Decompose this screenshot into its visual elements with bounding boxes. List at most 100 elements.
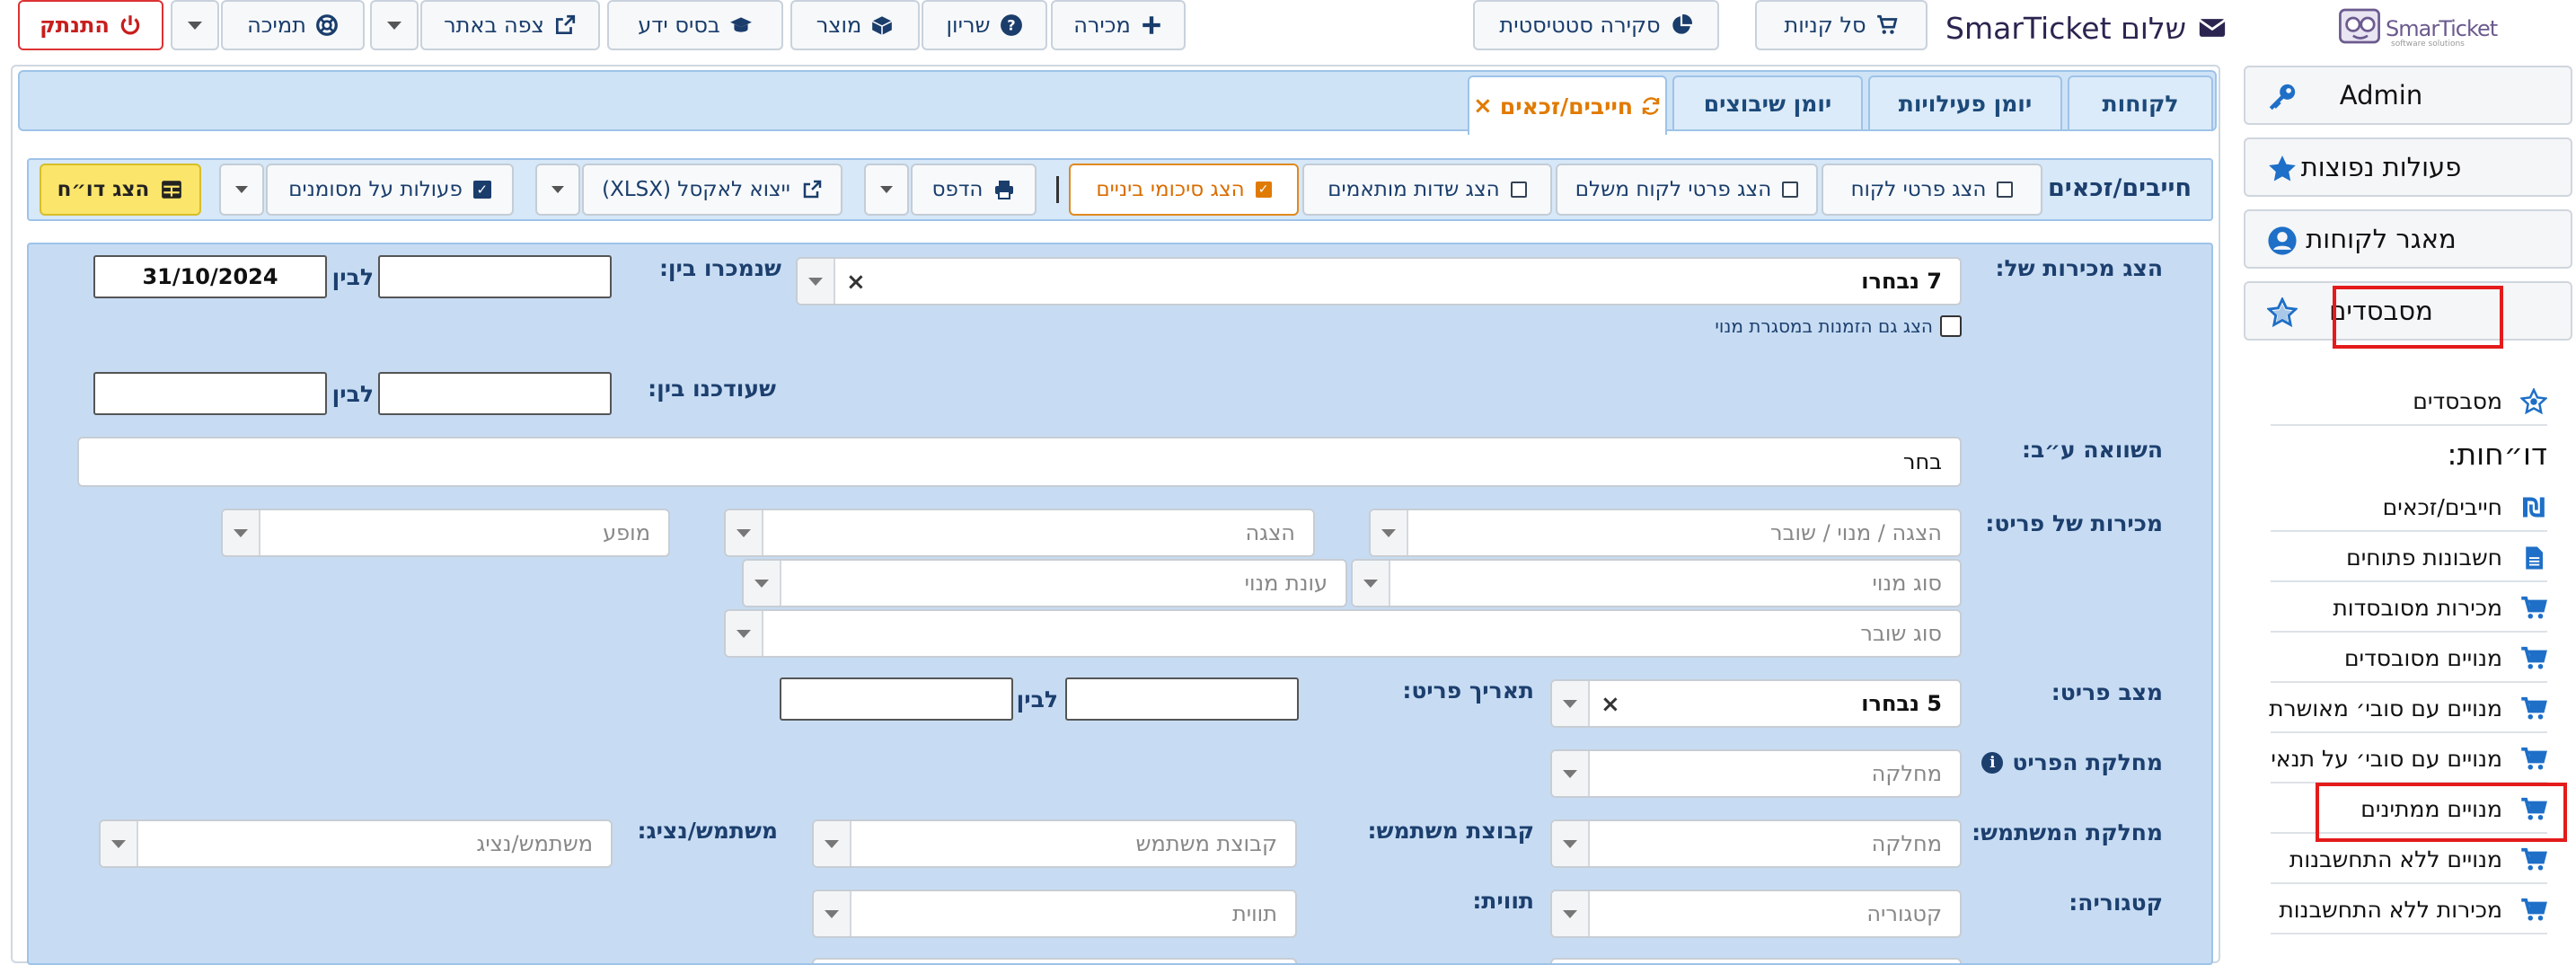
item-date-to[interactable]	[780, 677, 1013, 721]
include-subscriptions-option[interactable]: הצג גם הזמנות במסגרת מנוי	[1689, 313, 1962, 340]
chevron-down-icon[interactable]	[744, 561, 781, 606]
sale-button[interactable]: מכירה	[1051, 0, 1186, 50]
sidebar-item-debtors-creditors[interactable]: חייבים/זכאים ₪	[2271, 487, 2547, 532]
subscription-type-select[interactable]: סוג מנוי	[1351, 559, 1962, 607]
chevron-down-icon[interactable]	[814, 891, 851, 936]
info-icon[interactable]: i	[1981, 751, 2004, 774]
actions-dropdown[interactable]	[219, 164, 264, 216]
clear-icon[interactable]: ×	[846, 269, 866, 296]
sidebar-item-unsettled-subscriptions[interactable]: מנויים ללא התחשבנות	[2271, 839, 2547, 884]
sold-to-date[interactable]: 31/10/2024	[93, 255, 327, 298]
view-site-dropdown[interactable]	[370, 0, 419, 50]
updated-from-date[interactable]	[378, 372, 612, 415]
chevron-down-icon[interactable]	[1353, 561, 1390, 606]
question-circle-icon: ?	[1000, 14, 1022, 36]
user-department-select[interactable]: מחלקה	[1550, 819, 1962, 868]
sidebar-item-approved-subsidy[interactable]: מנויים עם סובי׳ מאושרת	[2269, 688, 2547, 733]
cart-icon	[2521, 747, 2547, 770]
knowledge-base-button[interactable]: בסיס ידע	[607, 0, 783, 50]
sold-from-date[interactable]	[378, 255, 612, 298]
sidebar-item-subsidized-sales[interactable]: מכירות מסובסדות	[2271, 588, 2547, 633]
label-item-status: מצב פריט:	[2051, 679, 2163, 705]
checkbox-icon[interactable]	[1940, 315, 1962, 337]
show-report-button[interactable]: הצג דו״ח	[40, 164, 201, 216]
clear-icon[interactable]: ×	[1601, 691, 1620, 718]
logo-subtext: software solutions	[2391, 40, 2465, 49]
export-excel-button[interactable]: ייצוא לאקסל (XLSX)	[582, 164, 842, 216]
sidebar-item-conditional-subsidy[interactable]: מנויים עם סובי׳ על תנאי	[2271, 739, 2547, 784]
voucher-type-select[interactable]: סוג שובר	[724, 609, 1962, 658]
chevron-down-icon[interactable]	[101, 821, 138, 866]
updated-to-date[interactable]	[93, 372, 327, 415]
sidebar-admin-button[interactable]: Admin	[2244, 66, 2572, 125]
pie-chart-icon	[1672, 14, 1692, 34]
item-status-select[interactable]: 5 נבחרו ×	[1550, 679, 1962, 728]
category-select[interactable]: קטגוריה	[1550, 890, 1962, 938]
print-dropdown[interactable]	[864, 164, 909, 216]
sidebar-item-open-accounts[interactable]: חשבונות פתוחים	[2271, 537, 2547, 582]
tab-debtors-creditors[interactable]: חייבים/זכאים ×	[1468, 75, 1667, 135]
chevron-down-icon[interactable]	[798, 259, 835, 304]
show-subtotals-toggle[interactable]: ✓ הצג סיכומי ביניים	[1069, 164, 1299, 216]
print-button[interactable]: הדפס	[911, 164, 1037, 216]
chevron-down-icon[interactable]	[1552, 891, 1590, 936]
document-icon	[2526, 546, 2543, 570]
sidebar-item-subsidized-subscriptions[interactable]: מנויים מסובסדים	[2271, 638, 2547, 683]
user-rep-select[interactable]: משתמש/נציג	[99, 819, 613, 868]
close-tab-icon[interactable]: ×	[1473, 93, 1493, 120]
sidebar-common-actions-button[interactable]: פעולות נפוצות	[2244, 137, 2572, 197]
tab-assignment-log[interactable]: יומן שיבוצים	[1672, 75, 1863, 131]
show-select[interactable]: הצגה	[724, 509, 1315, 557]
show-custom-fields-toggle[interactable]: הצג שדות מותאמים	[1302, 164, 1552, 216]
reports-heading: דו״חות:	[2447, 437, 2547, 472]
item-department-select[interactable]: מחלקה	[1550, 749, 1962, 798]
product-button[interactable]: מוצר	[790, 0, 920, 50]
checked-icon: ✓	[472, 181, 491, 199]
chevron-down-icon[interactable]	[223, 510, 260, 555]
chevron-down-icon[interactable]	[814, 821, 851, 866]
bulk-actions-button[interactable]: ✓ פעולות על מסומנים	[266, 164, 514, 216]
support-dropdown[interactable]	[171, 0, 219, 50]
sidebar-item-subsidizers[interactable]: מסבסדים	[2271, 381, 2547, 426]
stats-button[interactable]: סקירה סטטיסטית	[1473, 0, 1719, 50]
export-dropdown[interactable]	[535, 164, 580, 216]
item-date-from[interactable]	[1065, 677, 1299, 721]
checked-icon: ✓	[1255, 181, 1272, 198]
checkbox-icon	[1997, 181, 2014, 198]
booking-button[interactable]: ? שריון	[922, 0, 1047, 50]
sidebar-customers-button[interactable]: מאגר לקוחות	[2244, 209, 2572, 269]
tag-select[interactable]: תווית	[812, 890, 1297, 938]
show-payer-toggle[interactable]: הצג פרטי לקוח משלם	[1556, 164, 1818, 216]
performance-select[interactable]: מופע	[221, 509, 670, 557]
star-icon	[2269, 155, 2296, 181]
cart-icon	[2521, 646, 2547, 669]
greeting: שלום SmarTicket	[1945, 0, 2228, 56]
printer-icon	[995, 181, 1014, 199]
subscription-season-select[interactable]: עונת מנוי	[742, 559, 1347, 607]
view-site-button[interactable]: צפה באתר	[420, 0, 600, 50]
chevron-down-icon[interactable]	[1552, 681, 1590, 726]
sales-of-select[interactable]: 7 נבחרו ×	[796, 257, 1962, 305]
chevron-down-icon[interactable]	[1552, 821, 1590, 866]
smarticket-logo-icon	[2339, 8, 2380, 44]
label-category: קטגוריה:	[2069, 890, 2163, 916]
lifebuoy-icon	[315, 14, 338, 36]
chevron-down-icon[interactable]	[726, 510, 763, 555]
logo[interactable]: SmarTicket software solutions	[2335, 0, 2498, 56]
label-item-department: מחלקת הפריט i	[1981, 749, 2163, 775]
chevron-down-icon[interactable]	[726, 611, 763, 656]
compare-by-select[interactable]: בחר	[77, 437, 1962, 487]
user-group-select[interactable]: קבוצת משתמש	[812, 819, 1297, 868]
tab-customers[interactable]: לקוחות	[2068, 75, 2213, 131]
logout-button[interactable]: התנתק	[18, 0, 163, 50]
cart-button[interactable]: סל קניות	[1755, 0, 1928, 50]
show-sub-voucher-select[interactable]: הצגה / מנוי / שובר	[1369, 509, 1962, 557]
box-icon	[872, 16, 893, 35]
sidebar-item-unsettled-sales[interactable]: מכירות ללא התחשבנות	[2271, 890, 2547, 934]
chevron-down-icon[interactable]	[1371, 510, 1408, 555]
show-customer-toggle[interactable]: הצג פרטי לקוח	[1822, 164, 2042, 216]
tab-activity-log[interactable]: יומן פעילויות	[1868, 75, 2062, 131]
key-icon	[2269, 84, 2296, 111]
chevron-down-icon[interactable]	[1552, 751, 1590, 796]
support-button[interactable]: תמיכה	[221, 0, 365, 50]
